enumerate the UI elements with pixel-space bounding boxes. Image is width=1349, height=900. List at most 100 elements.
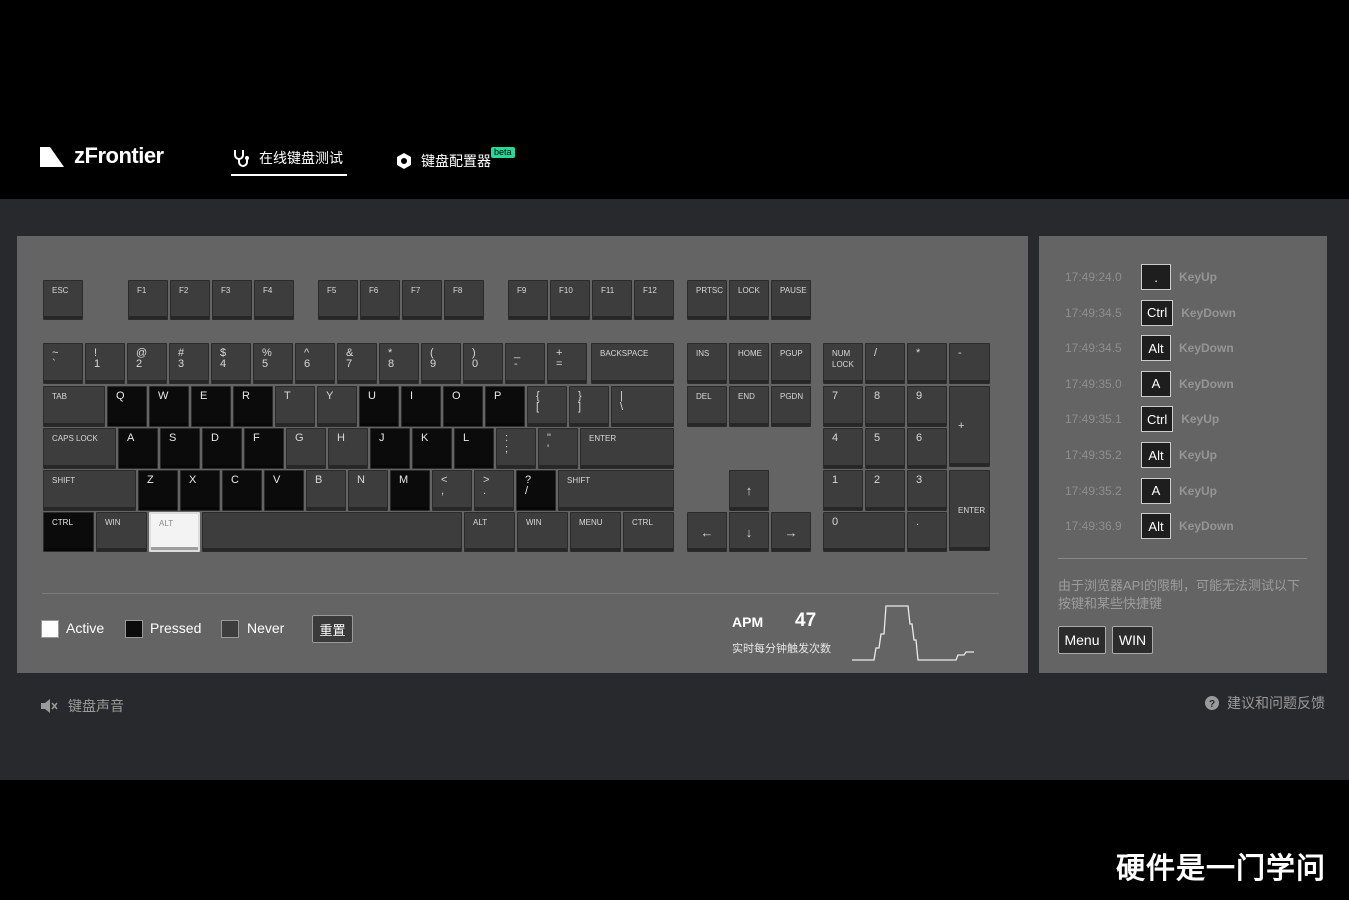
key-f8[interactable]: F8 [444,280,484,320]
key-num6[interactable]: 6 [907,428,947,469]
key-s[interactable]: S [160,428,200,469]
key-minus[interactable]: _ - [505,343,545,384]
key-p[interactable]: P [485,386,525,427]
key-numdiv[interactable]: / [865,343,905,384]
key-backtick[interactable]: ~ ` [43,343,83,384]
key-comma[interactable]: < , [432,470,472,511]
key-f4[interactable]: F4 [254,280,294,320]
key-q[interactable]: Q [107,386,147,427]
key-numsub[interactable]: - [949,343,990,384]
key-lbracket[interactable]: { [ [527,386,567,427]
key-quote[interactable]: " ' [538,428,578,469]
key-d3[interactable]: # 3 [169,343,209,384]
key-menu[interactable]: MENU [570,512,621,552]
key-c[interactable]: C [222,470,262,511]
key-u[interactable]: U [359,386,399,427]
key-slash[interactable]: ? / [516,470,556,511]
key-period[interactable]: > . [474,470,514,511]
key-equal[interactable]: + = [547,343,587,384]
key-y[interactable]: Y [317,386,357,427]
key-j[interactable]: J [370,428,410,469]
key-f10[interactable]: F10 [550,280,590,320]
key-d2[interactable]: @ 2 [127,343,167,384]
key-numenter[interactable]: ENTER [949,470,990,551]
key-f2[interactable]: F2 [170,280,210,320]
key-e[interactable]: E [191,386,231,427]
key-w[interactable]: W [149,386,189,427]
key-num0[interactable]: 0 [823,512,905,552]
key-d4[interactable]: $ 4 [211,343,251,384]
key-rshift[interactable]: SHIFT [558,470,674,511]
key-up[interactable]: ↑ [729,470,769,511]
key-f12[interactable]: F12 [634,280,674,320]
key-home[interactable]: HOME [729,343,769,384]
key-f5[interactable]: F5 [318,280,358,320]
key-right[interactable]: → [771,512,811,552]
key-d8[interactable]: * 8 [379,343,419,384]
key-nummul[interactable]: * [907,343,947,384]
key-d0[interactable]: ) 0 [463,343,503,384]
key-pause[interactable]: PAUSE [771,280,811,320]
key-tab[interactable]: TAB [43,386,105,427]
key-caps[interactable]: CAPS LOCK [43,428,116,469]
key-t[interactable]: T [275,386,315,427]
key-d1[interactable]: ! 1 [85,343,125,384]
key-rctrl[interactable]: CTRL [623,512,674,552]
key-lalt[interactable]: ALT [149,512,200,552]
menu-key-button[interactable]: Menu [1058,626,1106,654]
key-f11[interactable]: F11 [592,280,632,320]
key-f9[interactable]: F9 [508,280,548,320]
key-end[interactable]: END [729,386,769,427]
key-d9[interactable]: ( 9 [421,343,461,384]
key-numdot[interactable]: . [907,512,947,552]
key-d6[interactable]: ^ 6 [295,343,335,384]
key-d7[interactable]: & 7 [337,343,377,384]
key-num7[interactable]: 7 [823,386,863,427]
key-a[interactable]: A [118,428,158,469]
key-left[interactable]: ← [687,512,727,552]
key-f1[interactable]: F1 [128,280,168,320]
key-f[interactable]: F [244,428,284,469]
keyboard-sound-toggle[interactable]: 键盘声音 [40,696,124,716]
key-pgdn[interactable]: PGDN [771,386,811,427]
key-d[interactable]: D [202,428,242,469]
key-g[interactable]: G [286,428,326,469]
key-n[interactable]: N [348,470,388,511]
key-num5[interactable]: 5 [865,428,905,469]
key-numlock[interactable]: NUM LOCK [823,343,863,384]
key-f7[interactable]: F7 [402,280,442,320]
key-num3[interactable]: 3 [907,470,947,511]
key-semicolon[interactable]: : ; [496,428,536,469]
key-k[interactable]: K [412,428,452,469]
key-d5[interactable]: % 5 [253,343,293,384]
key-ins[interactable]: INS [687,343,727,384]
key-lctrl[interactable]: CTRL [43,512,94,552]
key-esc[interactable]: ESC [43,280,83,320]
tab-keyboard-configurator[interactable]: 键盘配置器 [395,146,491,176]
tab-keyboard-test[interactable]: 在线键盘测试 [231,146,347,176]
key-prtsc[interactable]: PRTSC [687,280,727,320]
key-m[interactable]: M [390,470,430,511]
key-r[interactable]: R [233,386,273,427]
reset-button[interactable]: 重置 [312,615,353,643]
key-num1[interactable]: 1 [823,470,863,511]
key-o[interactable]: O [443,386,483,427]
key-lshift[interactable]: SHIFT [43,470,136,511]
key-num4[interactable]: 4 [823,428,863,469]
key-backspace[interactable]: BACKSPACE [591,343,674,384]
key-z[interactable]: Z [138,470,178,511]
key-num8[interactable]: 8 [865,386,905,427]
key-f3[interactable]: F3 [212,280,252,320]
key-i[interactable]: I [401,386,441,427]
key-num2[interactable]: 2 [865,470,905,511]
key-pgup[interactable]: PGUP [771,343,811,384]
key-b[interactable]: B [306,470,346,511]
key-f6[interactable]: F6 [360,280,400,320]
key-numadd[interactable]: + [949,386,990,467]
key-num9[interactable]: 9 [907,386,947,427]
key-rwin[interactable]: WIN [517,512,568,552]
feedback-link[interactable]: ? 建议和问题反馈 [1205,693,1325,713]
win-key-button[interactable]: WIN [1112,626,1153,654]
key-backslash[interactable]: | \ [611,386,674,427]
key-down[interactable]: ↓ [729,512,769,552]
